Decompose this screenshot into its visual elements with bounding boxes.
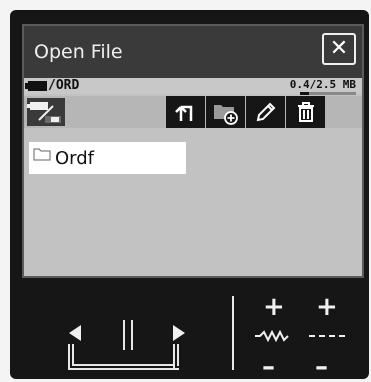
pencil-icon — [256, 102, 275, 122]
file-list: Ordf — [24, 130, 362, 276]
new-folder-button[interactable] — [206, 96, 245, 128]
file-name: Ordf — [55, 148, 95, 169]
back-button[interactable] — [166, 96, 205, 128]
stitch-length-minus[interactable]: – — [315, 354, 328, 380]
rename-button[interactable] — [246, 96, 285, 128]
storage-usage: 0.4/2.5 MB — [289, 78, 356, 91]
stitch-width-plus[interactable]: + — [263, 294, 285, 320]
current-path: /ORD — [48, 78, 80, 93]
folder-icon — [33, 148, 51, 161]
zigzag-width-icon — [255, 330, 289, 342]
device-select-icon[interactable] — [27, 98, 65, 126]
bracket-left-outer — [68, 344, 70, 370]
stitch-width-minus[interactable]: – — [262, 354, 275, 380]
trash-icon — [297, 102, 314, 122]
dialog-title: Open File — [34, 41, 123, 63]
pause-bar-right — [131, 320, 133, 350]
pause-bar-left — [123, 320, 125, 350]
bracket-bottom-inner — [72, 364, 175, 366]
title-bar: Open File ✕ — [24, 26, 362, 78]
list-item-folder[interactable]: Ordf — [29, 142, 186, 174]
dashed-length-icon — [309, 335, 345, 337]
bracket-bottom-outer — [68, 368, 179, 370]
bracket-right-inner — [177, 344, 179, 366]
open-file-dialog: Open File ✕ /ORD 0.4/2.5 MB Ordf — [22, 24, 364, 278]
storage-bar-fill — [300, 92, 309, 95]
storage-bar — [300, 92, 356, 95]
bracket-left-inner — [72, 344, 74, 366]
panel-divider — [232, 296, 234, 370]
toolbar — [24, 96, 362, 128]
usb-icon — [25, 81, 47, 91]
arrow-right-icon — [173, 325, 185, 341]
control-panel: + + – – — [10, 280, 369, 380]
delete-button[interactable] — [286, 96, 325, 128]
return-arrow-icon — [174, 105, 192, 121]
folder-add-icon — [213, 105, 238, 125]
bracket-right-outer — [173, 344, 175, 370]
close-button[interactable]: ✕ — [322, 33, 356, 65]
stitch-length-plus[interactable]: + — [316, 294, 338, 320]
path-bar: /ORD 0.4/2.5 MB — [24, 78, 362, 95]
arrow-left-icon — [69, 325, 81, 341]
